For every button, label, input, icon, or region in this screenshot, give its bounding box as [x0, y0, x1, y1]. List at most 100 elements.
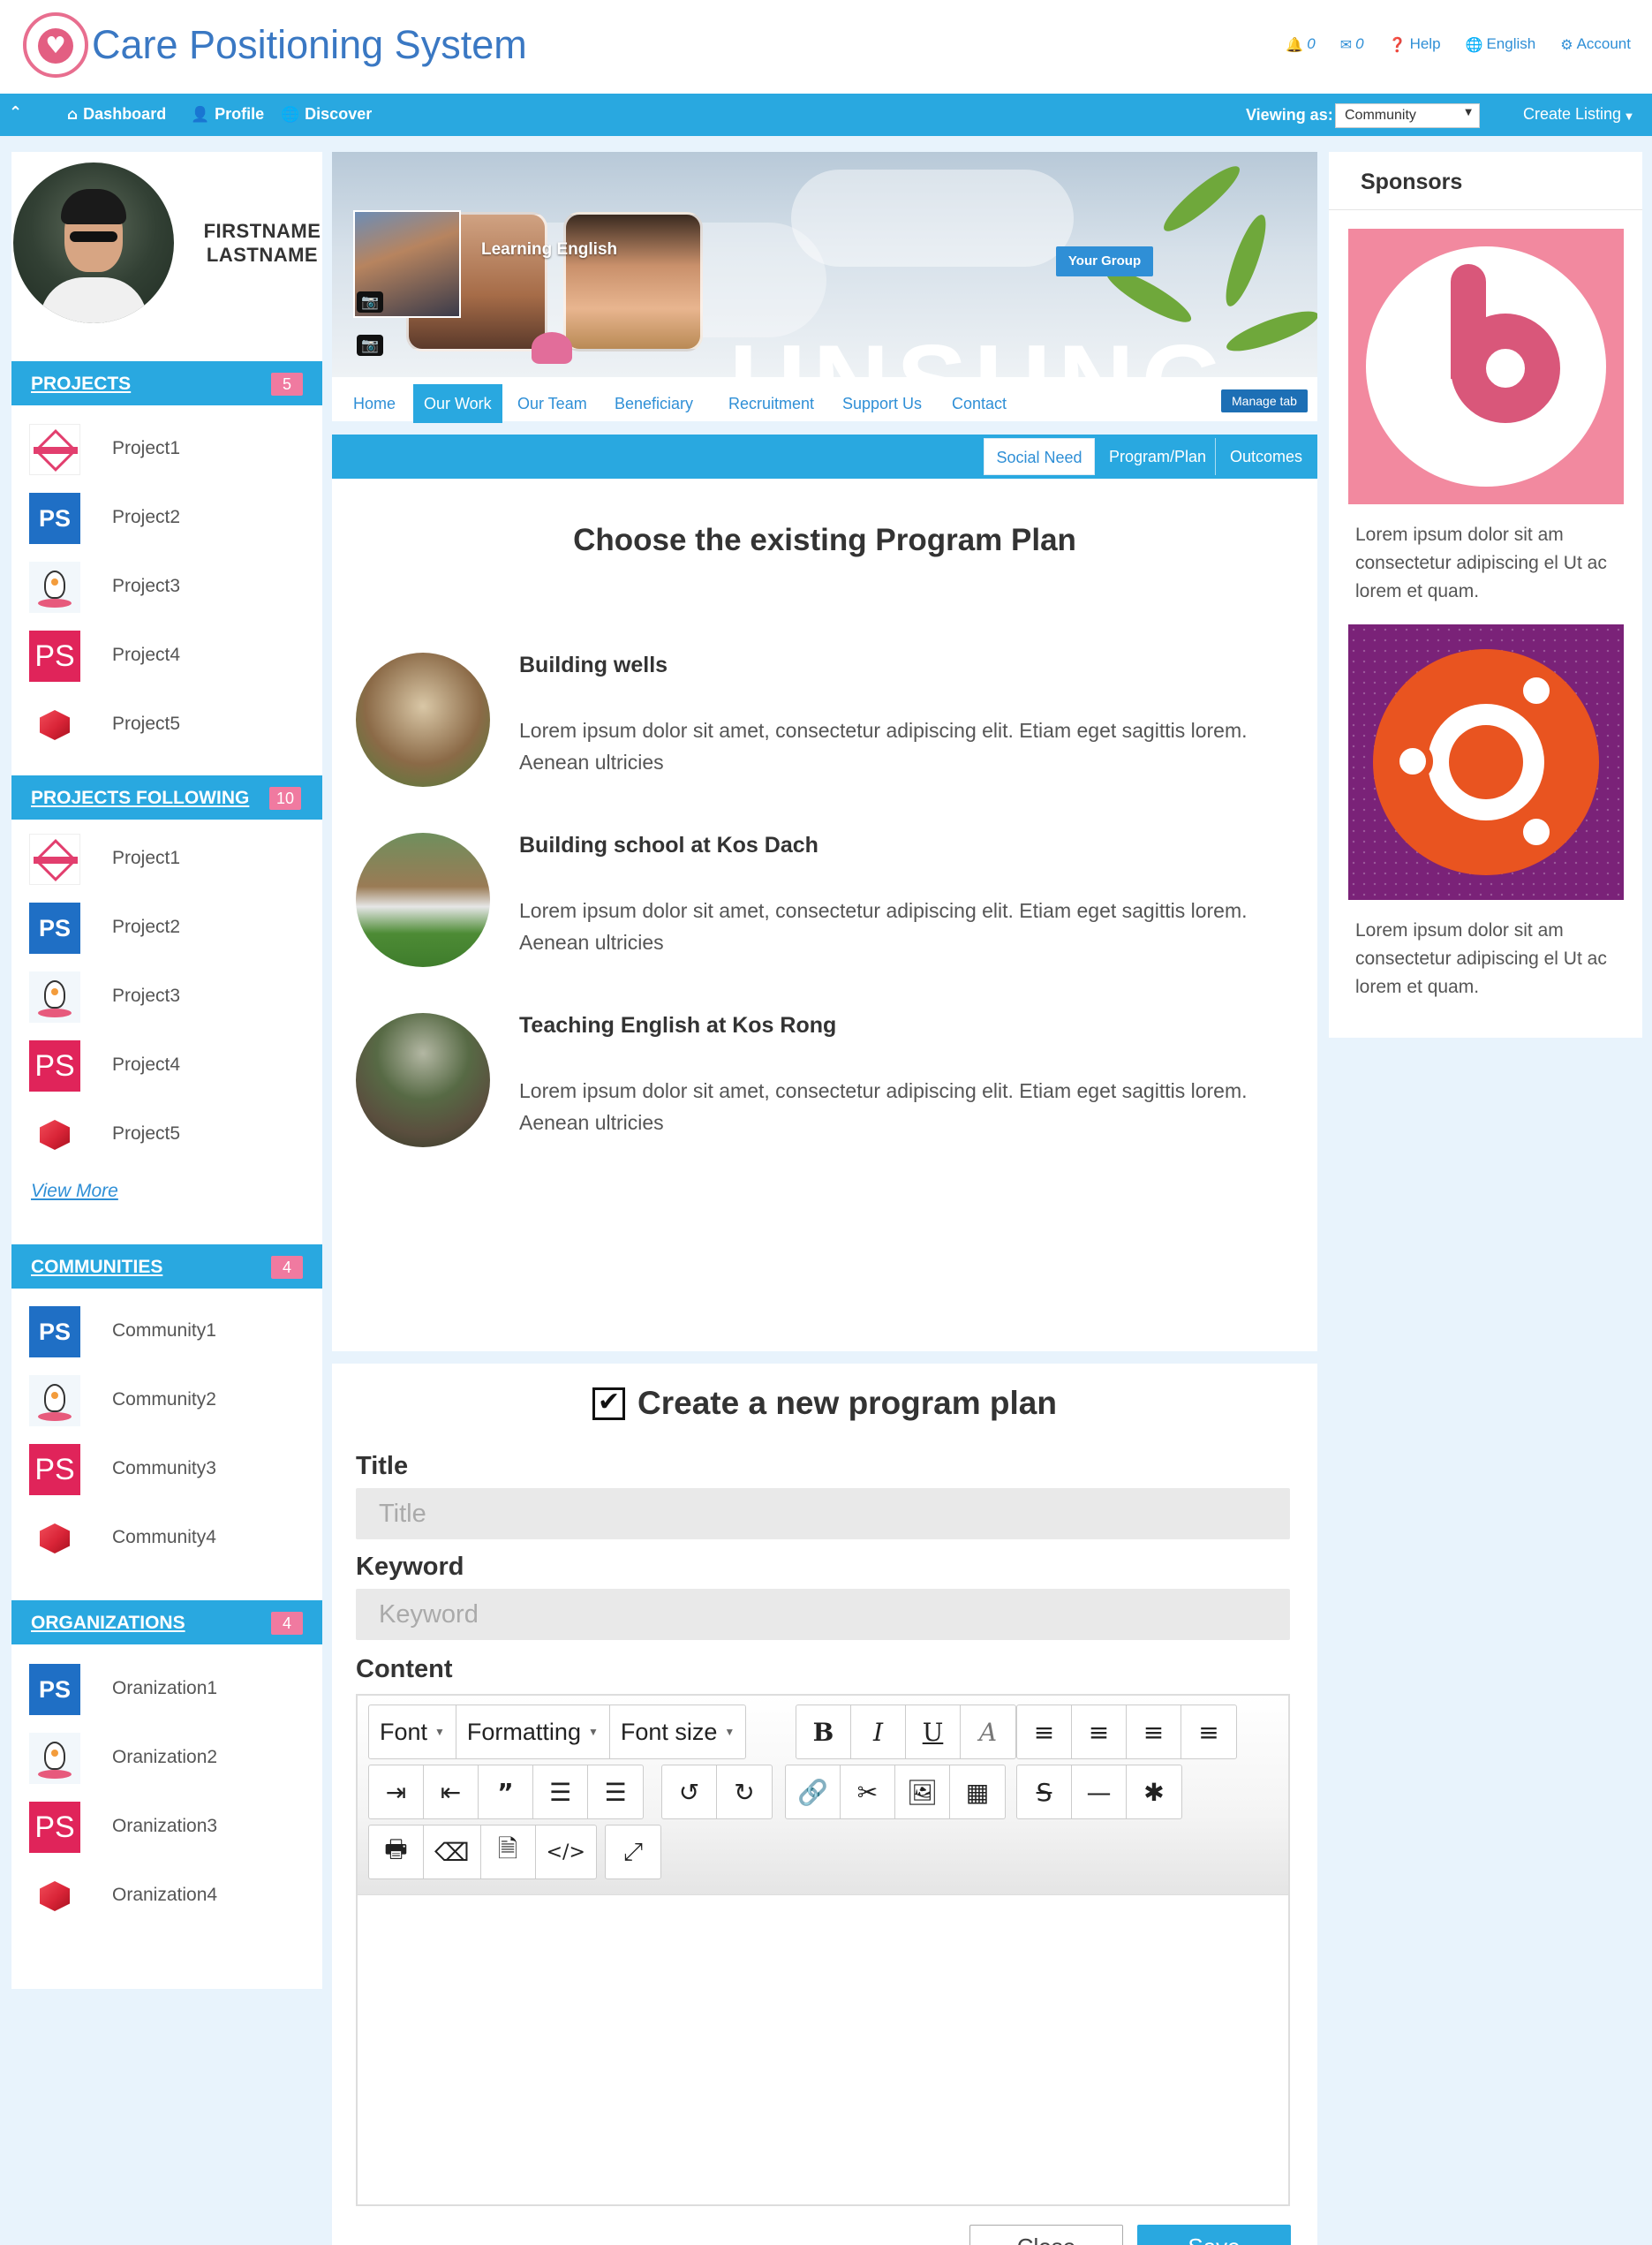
editor-content-area[interactable]	[358, 1895, 1288, 2204]
community-item[interactable]: PS Community1	[11, 1301, 322, 1363]
tab-home[interactable]: Home	[343, 384, 406, 423]
profile-avatar[interactable]	[13, 163, 174, 323]
community-item[interactable]: Community4	[11, 1508, 322, 1569]
sponsors-sidebar: Sponsors Lorem ipsum dolor sit am consec…	[1329, 152, 1642, 1038]
tab-our-team[interactable]: Our Team	[507, 384, 598, 423]
close-button[interactable]: Close	[969, 2225, 1123, 2245]
plan-item[interactable]: Building school at Kos Dach Lorem ipsum …	[332, 824, 1317, 974]
help-link[interactable]: ❓ Help	[1389, 35, 1441, 53]
create-listing-menu[interactable]: Create Listing ▼	[1523, 105, 1633, 124]
avatar-shirt	[40, 277, 147, 323]
strikethrough-icon[interactable]: S	[1017, 1765, 1072, 1818]
help-label: Help	[1409, 35, 1441, 52]
manage-tab-button[interactable]: Manage tab	[1221, 389, 1308, 412]
following-item[interactable]: PS Project2	[11, 897, 322, 959]
nav-discover[interactable]: 🌐 Discover	[281, 105, 372, 124]
chevron-up-icon[interactable]: ⌃	[9, 103, 22, 122]
title-input[interactable]	[356, 1488, 1290, 1539]
image-icon[interactable]: 🖼	[895, 1765, 950, 1818]
align-justify-icon[interactable]: ≡	[1181, 1705, 1236, 1758]
outdent-icon[interactable]: ⇤	[424, 1765, 479, 1818]
nav-profile[interactable]: 👤 Profile	[191, 105, 264, 124]
font-dropdown[interactable]: Font ▼	[369, 1705, 456, 1758]
clear-style-icon[interactable]: A	[961, 1705, 1015, 1758]
following-item[interactable]: PS Project4	[11, 1035, 322, 1097]
link-icon[interactable]: 🔗	[786, 1765, 841, 1818]
table-icon[interactable]: ▦	[950, 1765, 1005, 1818]
view-more-link[interactable]: View More	[31, 1181, 118, 1202]
projects-header[interactable]: PROJECTS 5	[11, 361, 322, 405]
blockquote-icon[interactable]: ”	[479, 1765, 533, 1818]
align-left-icon[interactable]: ≡	[1017, 1705, 1072, 1758]
eraser-icon[interactable]: ⌫	[424, 1825, 481, 1878]
language-link[interactable]: 🌐 English	[1466, 35, 1536, 53]
save-button[interactable]: Save	[1137, 2225, 1291, 2245]
ubuntu-logo-icon[interactable]	[1348, 624, 1624, 900]
redo-icon[interactable]: ↻	[717, 1765, 772, 1818]
bold-icon[interactable]: B	[796, 1705, 851, 1758]
undo-icon[interactable]: ↺	[662, 1765, 717, 1818]
following-item-label: Project3	[112, 986, 181, 1006]
plan-item[interactable]: Teaching English at Kos Rong Lorem ipsum…	[332, 1004, 1317, 1154]
viewing-as-select[interactable]: Community ▼	[1335, 103, 1480, 128]
unlink-icon[interactable]: ✂	[841, 1765, 895, 1818]
organization-item[interactable]: Oranization4	[11, 1865, 322, 1927]
communities-title: COMMUNITIES	[31, 1257, 163, 1277]
source-code-icon[interactable]: </>	[536, 1825, 596, 1878]
project-item[interactable]: PS Project4	[11, 625, 322, 687]
horizontal-rule-icon[interactable]: —	[1072, 1765, 1127, 1818]
account-link[interactable]: ⚙ Account	[1560, 35, 1631, 53]
create-plan-checkbox[interactable]	[592, 1387, 626, 1420]
messages-link[interactable]: ✉ 0	[1340, 35, 1364, 53]
organization-item[interactable]: Oranization2	[11, 1727, 322, 1789]
tab-beneficiary[interactable]: Beneficiary	[604, 384, 704, 423]
subtab-social-need[interactable]: Social Need	[984, 438, 1095, 475]
ordered-list-icon[interactable]: ☰	[533, 1765, 588, 1818]
following-item[interactable]: Project1	[11, 828, 322, 890]
app-title[interactable]: Care Positioning System	[92, 22, 527, 68]
fullscreen-icon[interactable]: ⤢	[606, 1825, 660, 1878]
your-group-button[interactable]: Your Group	[1056, 246, 1153, 276]
tab-support-us[interactable]: Support Us	[832, 384, 932, 423]
keyword-input[interactable]	[356, 1589, 1290, 1640]
notifications-link[interactable]: 🔔 0	[1286, 35, 1315, 53]
indent-icon[interactable]: ⇥	[369, 1765, 424, 1818]
organization-item[interactable]: PS Oranization3	[11, 1796, 322, 1858]
font-size-dropdown[interactable]: Font size ▼	[610, 1705, 745, 1758]
italic-icon[interactable]: I	[851, 1705, 906, 1758]
community-item[interactable]: PS Community3	[11, 1439, 322, 1500]
projects-following-header[interactable]: PROJECTS FOLLOWING 10	[11, 775, 322, 820]
sponsor-description: Lorem ipsum dolor sit am consectetur adi…	[1355, 920, 1607, 997]
organizations-header[interactable]: ORGANIZATIONS 4	[11, 1600, 322, 1644]
document-icon[interactable]: 🗎	[481, 1825, 536, 1878]
tab-recruitment[interactable]: Recruitment	[718, 384, 825, 423]
camera-icon[interactable]: 📷	[357, 335, 383, 356]
subtab-program-plan[interactable]: Program/Plan	[1097, 438, 1218, 475]
align-right-icon[interactable]: ≡	[1127, 1705, 1181, 1758]
communities-header[interactable]: COMMUNITIES 4	[11, 1244, 322, 1289]
tab-our-work[interactable]: Our Work	[413, 384, 502, 423]
align-center-icon[interactable]: ≡	[1072, 1705, 1127, 1758]
following-item[interactable]: Project5	[11, 1104, 322, 1166]
underline-icon[interactable]: U	[906, 1705, 961, 1758]
unordered-list-icon[interactable]: ☰	[588, 1765, 643, 1818]
profile-name[interactable]: FIRSTNAME LASTNAME	[200, 219, 324, 267]
project-item[interactable]: Project3	[11, 556, 322, 618]
app-logo[interactable]: ♥	[23, 12, 88, 78]
nav-dashboard[interactable]: ⌂ Dashboard	[67, 105, 166, 124]
camera-icon[interactable]: 📷	[357, 291, 383, 313]
project-item[interactable]: Project1	[11, 419, 322, 480]
community-item[interactable]: Community2	[11, 1370, 322, 1432]
formatting-dropdown[interactable]: Formatting ▼	[456, 1705, 610, 1758]
plan-item[interactable]: Building wells Lorem ipsum dolor sit ame…	[332, 644, 1317, 794]
special-char-icon[interactable]: ✱	[1127, 1765, 1181, 1818]
existing-plans-card: Choose the existing Program Plan Buildin…	[332, 479, 1317, 1351]
project-item[interactable]: Project5	[11, 694, 322, 756]
beats-logo-icon[interactable]	[1348, 229, 1624, 504]
tab-contact[interactable]: Contact	[941, 384, 1017, 423]
subtab-outcomes[interactable]: Outcomes	[1218, 438, 1314, 475]
organization-item[interactable]: PS Oranization1	[11, 1659, 322, 1720]
print-icon[interactable]: 🖶	[369, 1825, 424, 1878]
following-item[interactable]: Project3	[11, 966, 322, 1028]
project-item[interactable]: PS Project2	[11, 488, 322, 549]
